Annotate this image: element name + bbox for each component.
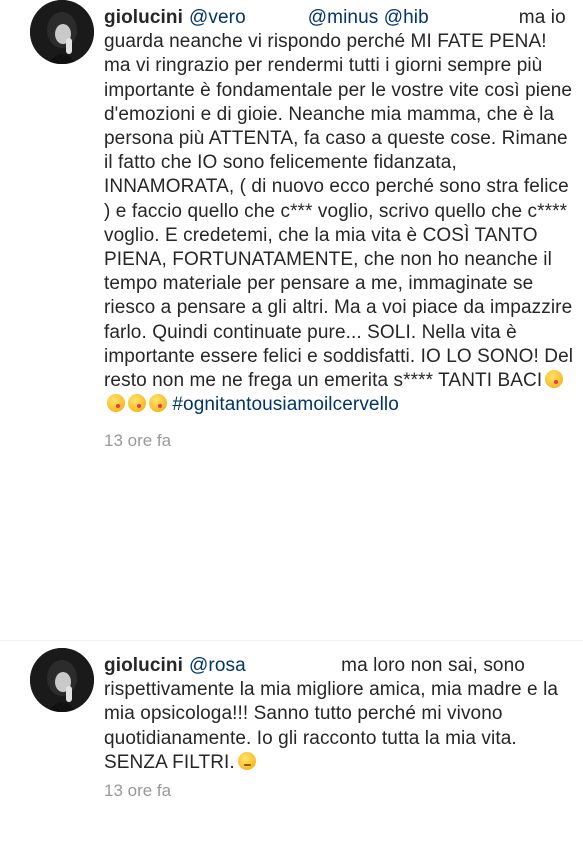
comment-body: ma io guarda neanche vi rispondo perché …	[104, 7, 574, 392]
timestamp: 13 ore fa	[104, 781, 172, 801]
avatar-photo	[30, 0, 94, 64]
kissing-face-icon	[128, 394, 146, 413]
kissing-face-icon	[545, 370, 564, 389]
username[interactable]: giolucini	[104, 655, 183, 676]
hashtag-link[interactable]: #ognitantousiamoilcervello	[172, 394, 399, 415]
username[interactable]: giolucini	[104, 7, 183, 28]
comment-text: giolucini @rosa ma loro non sai, sono ris…	[104, 654, 574, 775]
mention[interactable]: @hib	[384, 7, 429, 28]
comment-text: giolucini @vero @minus @hib ma io guarda ne…	[104, 6, 574, 417]
avatar[interactable]	[30, 648, 94, 712]
smirking-face-icon	[237, 751, 256, 770]
comment-content: giolucini @vero @minus @hib ma io guarda ne…	[104, 6, 574, 451]
mention[interactable]: @minus	[308, 7, 379, 28]
comment-content: giolucini @rosa ma loro non sai, sono ris…	[104, 654, 574, 801]
divider	[0, 640, 583, 641]
mention[interactable]: @rosa	[189, 655, 246, 676]
kissing-face-icon	[107, 394, 125, 413]
avatar[interactable]	[30, 0, 94, 64]
kissing-face-icon	[149, 394, 167, 413]
timestamp: 13 ore fa	[104, 431, 172, 451]
mention[interactable]: @vero	[189, 7, 246, 28]
avatar-photo	[30, 648, 94, 712]
